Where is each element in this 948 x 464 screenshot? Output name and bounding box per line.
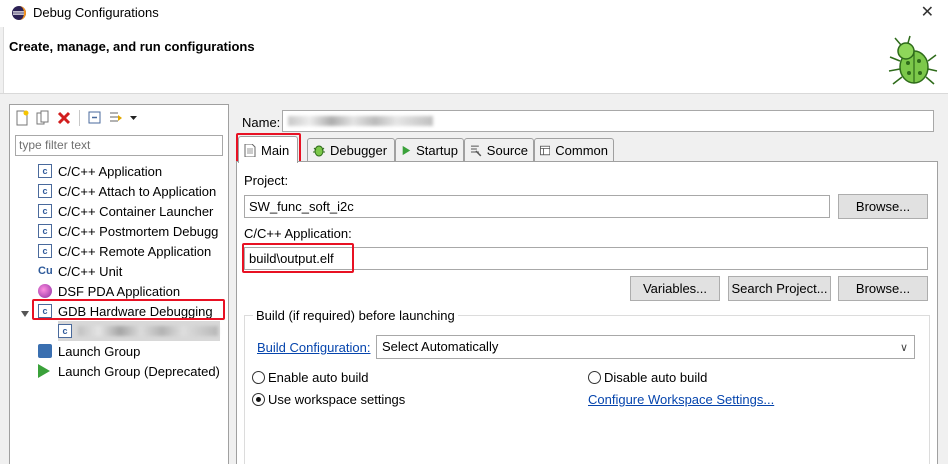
tree-item-c-application[interactable]: c C/C++ Application — [38, 161, 162, 181]
c-app-icon: c — [38, 164, 52, 178]
tree-item-c-attach[interactable]: c C/C++ Attach to Application — [38, 181, 216, 201]
project-label: Project: — [244, 173, 289, 188]
tree-item-launch-group[interactable]: Launch Group — [38, 341, 140, 361]
close-icon[interactable]: ✕ — [921, 2, 934, 22]
enable-auto-build-radio[interactable]: Enable auto build — [252, 370, 368, 385]
highlight-application-field — [242, 243, 354, 273]
redacted-name-value — [288, 116, 433, 126]
tab-label: Debugger — [330, 143, 388, 158]
radio-circle-selected — [252, 393, 265, 406]
application-label: C/C++ Application: — [244, 226, 352, 241]
radio-label: Enable auto build — [268, 370, 369, 385]
collapse-all-icon[interactable] — [87, 110, 103, 126]
tab-debugger[interactable]: Debugger — [307, 138, 395, 162]
tree-item-label: C/C++ Attach to Application — [58, 183, 217, 199]
chevron-down-icon: ∨ — [899, 342, 908, 354]
radio-circle — [252, 371, 265, 384]
c-app-icon: c — [58, 324, 72, 338]
configure-workspace-settings-link[interactable]: Configure Workspace Settings... — [588, 392, 774, 407]
dialog-heading: Create, manage, and run configurations — [9, 39, 255, 54]
left-edge — [0, 27, 4, 93]
tree-item-dsf-pda[interactable]: DSF PDA Application — [38, 281, 180, 301]
delete-config-icon[interactable] — [56, 110, 72, 126]
build-configuration-link[interactable]: Build Configuration: — [257, 340, 370, 355]
play-icon — [38, 364, 52, 378]
tab-label: Main — [261, 142, 290, 158]
project-field[interactable]: SW_func_soft_i2c — [244, 195, 830, 218]
eclipse-icon — [12, 6, 26, 20]
source-tab-icon — [470, 145, 482, 157]
radio-circle — [588, 371, 601, 384]
duplicate-config-icon[interactable] — [35, 110, 51, 126]
use-workspace-settings-radio[interactable]: Use workspace settings — [252, 392, 405, 407]
tree-item-label: Launch Group (Deprecated) — [58, 363, 220, 379]
window-title: Debug Configurations — [33, 5, 159, 20]
dialog-header: Create, manage, and run configurations — [0, 27, 948, 93]
tree-item-launch-group-deprecated[interactable]: Launch Group (Deprecated) — [38, 361, 220, 381]
tab-startup[interactable]: Startup — [395, 138, 464, 162]
tree-item-c-postmortem[interactable]: c C/C++ Postmortem Debugg — [38, 221, 218, 241]
launch-group-icon — [38, 344, 52, 358]
tab-label: Common — [555, 143, 608, 158]
debugger-tab-icon — [313, 145, 325, 157]
common-tab-icon — [540, 145, 551, 156]
tree-item-gdb-config-selected[interactable]: c — [58, 321, 220, 341]
toolbar-separator — [79, 110, 80, 126]
c-app-icon: c — [38, 184, 52, 198]
tree-item-c-unit[interactable]: Cu C/C++ Unit — [38, 261, 122, 281]
tree-item-c-remote[interactable]: c C/C++ Remote Application — [38, 241, 211, 261]
dsf-icon — [38, 284, 52, 298]
debug-bug-icon — [888, 35, 938, 85]
tab-label: Source — [486, 143, 528, 158]
project-browse-button[interactable]: Browse... — [838, 194, 928, 219]
redacted-config-name — [78, 326, 218, 336]
application-browse-button[interactable]: Browse... — [838, 276, 928, 301]
dropdown-arrow-icon[interactable] — [129, 110, 138, 126]
tab-source[interactable]: Source — [464, 138, 534, 162]
tree-item-label: C/C++ Container Launcher — [58, 203, 214, 219]
name-label: Name: — [242, 115, 281, 130]
filter-config-icon[interactable] — [108, 110, 124, 126]
title-bar: Debug Configurations ✕ — [0, 0, 948, 27]
tree-item-label: Launch Group — [58, 343, 141, 359]
radio-label: Disable auto build — [604, 370, 708, 385]
build-configuration-value: Select Automatically — [382, 339, 499, 354]
tab-label: Startup — [416, 143, 458, 158]
tree-item-c-container[interactable]: c C/C++ Container Launcher — [38, 201, 213, 221]
c-app-icon: c — [38, 204, 52, 218]
tree-item-label: C/C++ Postmortem Debugg — [58, 223, 219, 239]
tree-item-label: C/C++ Application — [58, 163, 163, 179]
new-config-icon[interactable] — [14, 110, 30, 126]
expand-arrow-icon[interactable] — [21, 311, 29, 317]
main-tab-icon — [244, 143, 256, 157]
build-configuration-select[interactable]: Select Automatically ∨ — [376, 335, 915, 359]
highlight-gdb-hardware — [32, 299, 225, 320]
startup-tab-icon — [402, 145, 411, 156]
variables-button[interactable]: Variables... — [630, 276, 720, 301]
filter-input[interactable]: type filter text — [15, 135, 223, 156]
cu-icon: Cu — [38, 265, 53, 277]
tab-main[interactable]: Main — [238, 136, 298, 163]
build-group-title: Build (if required) before launching — [253, 308, 458, 323]
c-app-icon: c — [38, 244, 52, 258]
name-field[interactable] — [282, 110, 934, 132]
search-project-button[interactable]: Search Project... — [728, 276, 831, 301]
tab-common[interactable]: Common — [534, 138, 614, 162]
radio-label: Use workspace settings — [268, 392, 406, 407]
disable-auto-build-radio[interactable]: Disable auto build — [588, 370, 707, 385]
tree-item-label: DSF PDA Application — [58, 283, 181, 299]
tree-item-label: C/C++ Remote Application — [58, 243, 212, 259]
config-tree-panel: type filter text c C/C++ Application c C… — [9, 104, 229, 464]
c-app-icon: c — [38, 224, 52, 238]
tree-toolbar — [14, 108, 138, 128]
tree-item-label: C/C++ Unit — [58, 263, 123, 279]
